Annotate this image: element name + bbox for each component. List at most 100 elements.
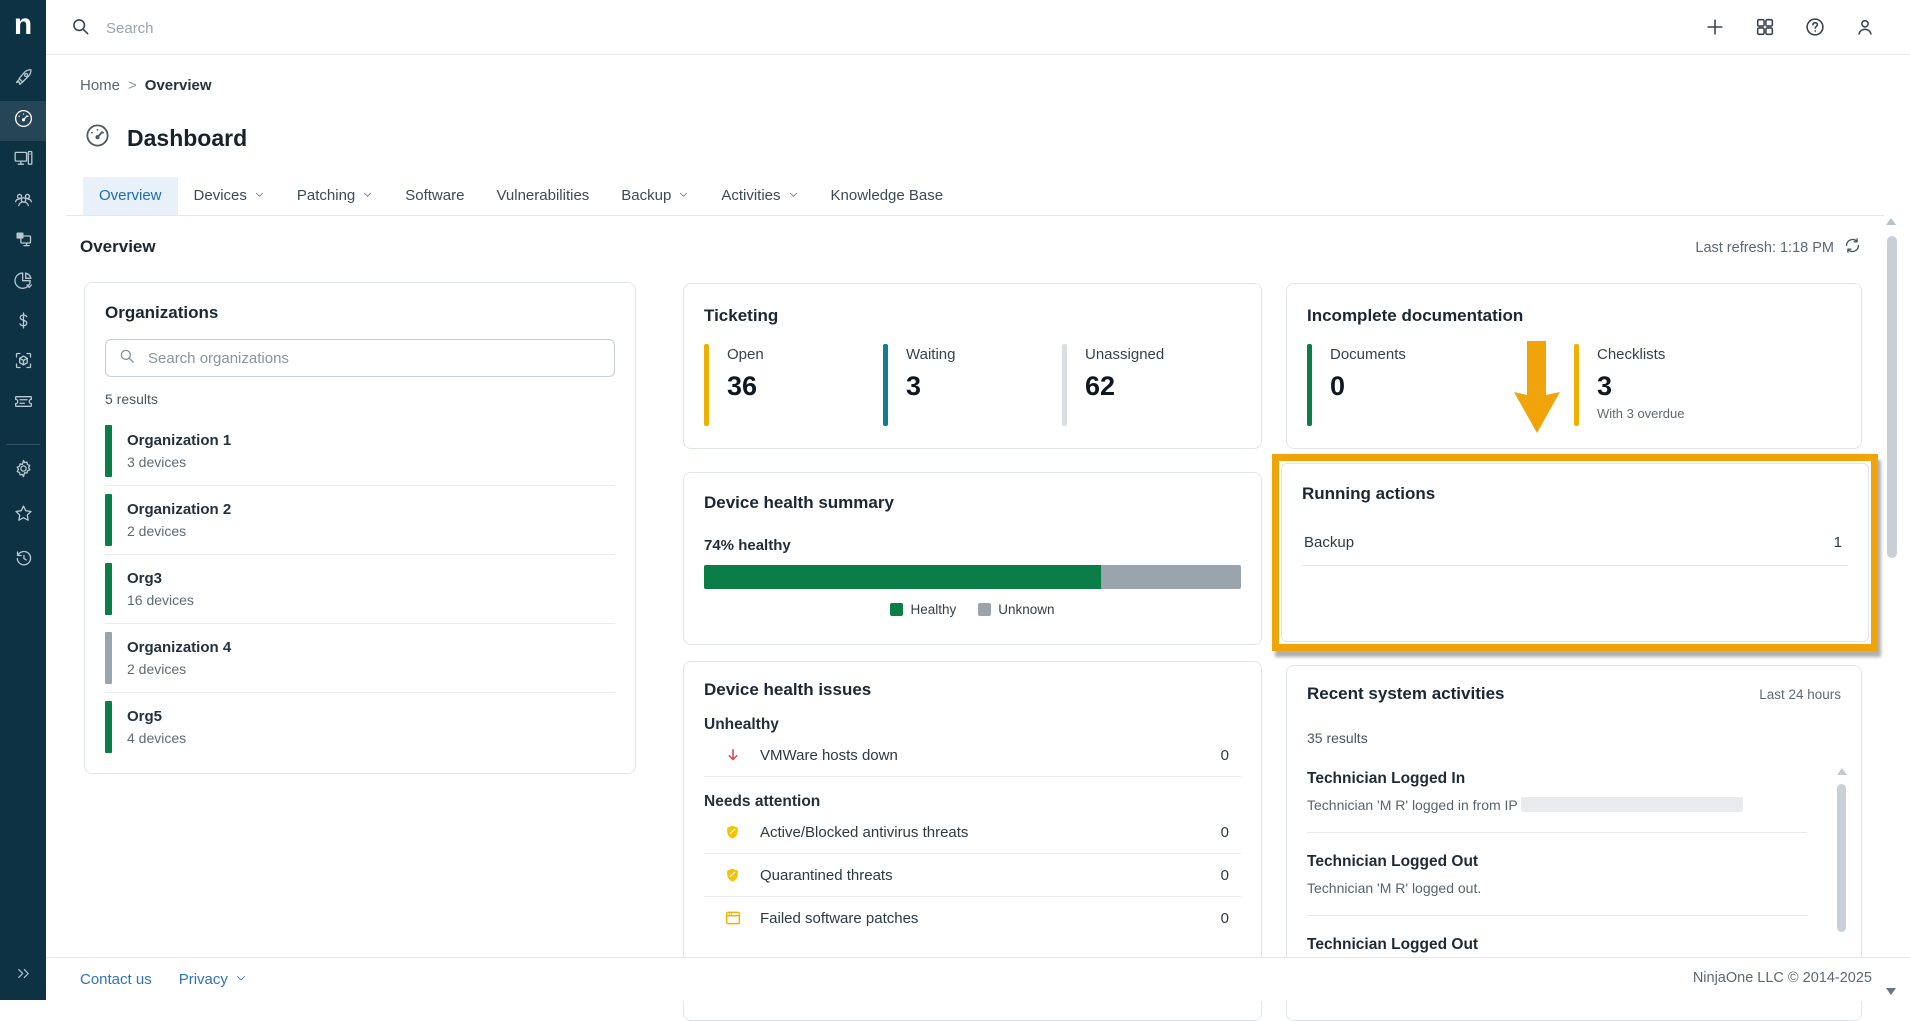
org-device-count: 2 devices — [127, 661, 231, 677]
activities-scrollbar — [1836, 768, 1848, 966]
tab-bar: Overview Devices Patching Software Vulne… — [66, 177, 1884, 216]
issue-row-quarantined[interactable]: Quarantined threats 0 — [704, 854, 1241, 897]
ticket-stat-open[interactable]: Open 36 — [704, 344, 883, 426]
ticket-stat-unassigned[interactable]: Unassigned 62 — [1062, 344, 1241, 426]
chevron-down-icon — [235, 971, 247, 988]
ticketing-title: Ticketing — [704, 306, 1241, 326]
sidebar-item-remote[interactable] — [0, 222, 46, 262]
dashboard-gauge-icon — [84, 122, 111, 154]
breadcrumb-home[interactable]: Home — [80, 77, 120, 94]
gear-icon — [13, 458, 34, 484]
stat-label: Open — [727, 346, 764, 363]
issue-row-vmware[interactable]: VMWare hosts down 0 — [704, 734, 1241, 777]
org-name: Organization 1 — [127, 432, 231, 449]
ticketing-stats: Open 36 Waiting 3 Unassigned 62 — [704, 344, 1241, 426]
stat-label: Documents — [1330, 346, 1406, 363]
doc-stat-checklists[interactable]: Checklists 3 With 3 overdue — [1574, 344, 1841, 426]
org-health-bar — [105, 701, 112, 753]
sidebar-item-dashboard[interactable] — [0, 101, 46, 141]
sidebar-item-settings[interactable] — [0, 449, 46, 493]
issues-group-heading: Unhealthy — [704, 716, 1241, 734]
stat-label: Waiting — [906, 346, 955, 363]
org-list-item[interactable]: Org5 4 devices — [105, 693, 615, 761]
ticketing-card: Ticketing Open 36 Waiting 3 Unassigned 6… — [683, 283, 1262, 449]
org-list-item[interactable]: Org3 16 devices — [105, 555, 615, 624]
scrollbar-thumb[interactable] — [1887, 236, 1897, 558]
scrollbar-thumb[interactable] — [1837, 784, 1846, 932]
chevron-down-icon — [788, 177, 799, 215]
activity-item[interactable]: Technician Logged In Technician 'M R' lo… — [1307, 750, 1807, 833]
annotation-highlight-frame: Running actions Backup 1 — [1272, 454, 1878, 651]
activities-range: Last 24 hours — [1759, 687, 1841, 702]
sidebar-item-reports[interactable] — [0, 263, 46, 303]
legend-unknown: Unknown — [978, 602, 1054, 617]
add-icon[interactable] — [1704, 16, 1726, 38]
issue-count: 0 — [1221, 910, 1229, 927]
apps-grid-icon[interactable] — [1754, 16, 1776, 38]
device-health-issues-title: Device health issues — [704, 680, 1241, 700]
sidebar-item-end-users[interactable] — [0, 182, 46, 222]
incomplete-documentation-card: Incomplete documentation Documents 0 Che… — [1286, 283, 1862, 449]
org-device-count: 16 devices — [127, 592, 194, 608]
tab-devices[interactable]: Devices — [178, 177, 281, 215]
refresh-icon[interactable] — [1843, 236, 1862, 259]
tab-patching[interactable]: Patching — [281, 177, 389, 215]
action-label: Backup — [1304, 534, 1354, 551]
legend-swatch — [890, 603, 903, 616]
sidebar-collapse-toggle[interactable] — [0, 958, 46, 994]
issue-row-antivirus[interactable]: Active/Blocked antivirus threats 0 — [704, 811, 1241, 854]
help-icon[interactable] — [1804, 16, 1826, 38]
patch-window-icon — [724, 908, 744, 928]
sidebar-item-history[interactable] — [0, 539, 46, 583]
issue-count: 0 — [1221, 867, 1229, 884]
privacy-link[interactable]: Privacy — [179, 971, 247, 988]
stat-accent-bar — [1062, 344, 1067, 426]
stat-accent-bar — [1307, 344, 1312, 426]
global-search-input[interactable] — [104, 12, 908, 44]
tab-software[interactable]: Software — [389, 177, 480, 215]
scroll-up-arrow[interactable] — [1886, 218, 1896, 225]
account-icon[interactable] — [1854, 16, 1876, 38]
organizations-search-input[interactable] — [146, 349, 602, 368]
copyright-text: NinjaOne LLC © 2014-2025 — [1693, 970, 1872, 986]
search-icon — [70, 16, 91, 42]
pie-chart-icon — [13, 270, 34, 296]
tab-activities[interactable]: Activities — [705, 177, 814, 215]
organizations-search[interactable] — [105, 339, 615, 377]
tab-overview[interactable]: Overview — [83, 177, 178, 215]
breadcrumb-separator: > — [128, 77, 137, 94]
contact-us-link[interactable]: Contact us — [80, 971, 152, 988]
org-list-item[interactable]: Organization 2 2 devices — [105, 486, 615, 555]
tab-knowledge-base[interactable]: Knowledge Base — [815, 177, 960, 215]
org-health-bar — [105, 425, 112, 477]
ticket-stat-waiting[interactable]: Waiting 3 — [883, 344, 1062, 426]
issue-label: Quarantined threats — [760, 867, 1221, 884]
activity-item[interactable]: Technician Logged Out Technician 'M R' l… — [1307, 833, 1807, 916]
tab-vulnerabilities[interactable]: Vulnerabilities — [480, 177, 605, 215]
double-chevron-right-icon — [14, 964, 33, 988]
section-title: Overview — [80, 237, 156, 257]
scroll-down-arrow[interactable] — [1886, 988, 1896, 995]
page-scrollbar — [1884, 200, 1900, 1000]
running-action-row-backup[interactable]: Backup 1 — [1302, 534, 1848, 566]
health-legend: Healthy Unknown — [704, 602, 1241, 617]
ticket-icon — [13, 391, 34, 417]
issue-row-failed-patches[interactable]: Failed software patches 0 — [704, 897, 1241, 939]
scroll-up-arrow[interactable] — [1837, 768, 1847, 775]
chevron-down-icon — [362, 177, 373, 215]
ninjaone-logo[interactable]: n — [0, 8, 46, 42]
sidebar-item-favorites[interactable] — [0, 494, 46, 538]
sidebar-item-ticketing[interactable] — [0, 384, 46, 424]
org-health-bar — [105, 632, 112, 684]
org-list-item[interactable]: Organization 1 3 devices — [105, 417, 615, 486]
org-list-item[interactable]: Organization 4 2 devices — [105, 624, 615, 693]
org-device-count: 3 devices — [127, 454, 231, 470]
history-clock-icon — [13, 548, 34, 574]
sidebar-item-billing[interactable] — [0, 303, 46, 343]
sidebar-item-devices[interactable] — [0, 141, 46, 181]
tab-backup[interactable]: Backup — [605, 177, 705, 215]
sidebar-item-software-inventory[interactable] — [0, 343, 46, 383]
sidebar-item-getting-started[interactable] — [0, 61, 46, 101]
issue-label: Active/Blocked antivirus threats — [760, 824, 1221, 841]
organizations-card: Organizations 5 results Organization 1 3… — [84, 282, 636, 774]
